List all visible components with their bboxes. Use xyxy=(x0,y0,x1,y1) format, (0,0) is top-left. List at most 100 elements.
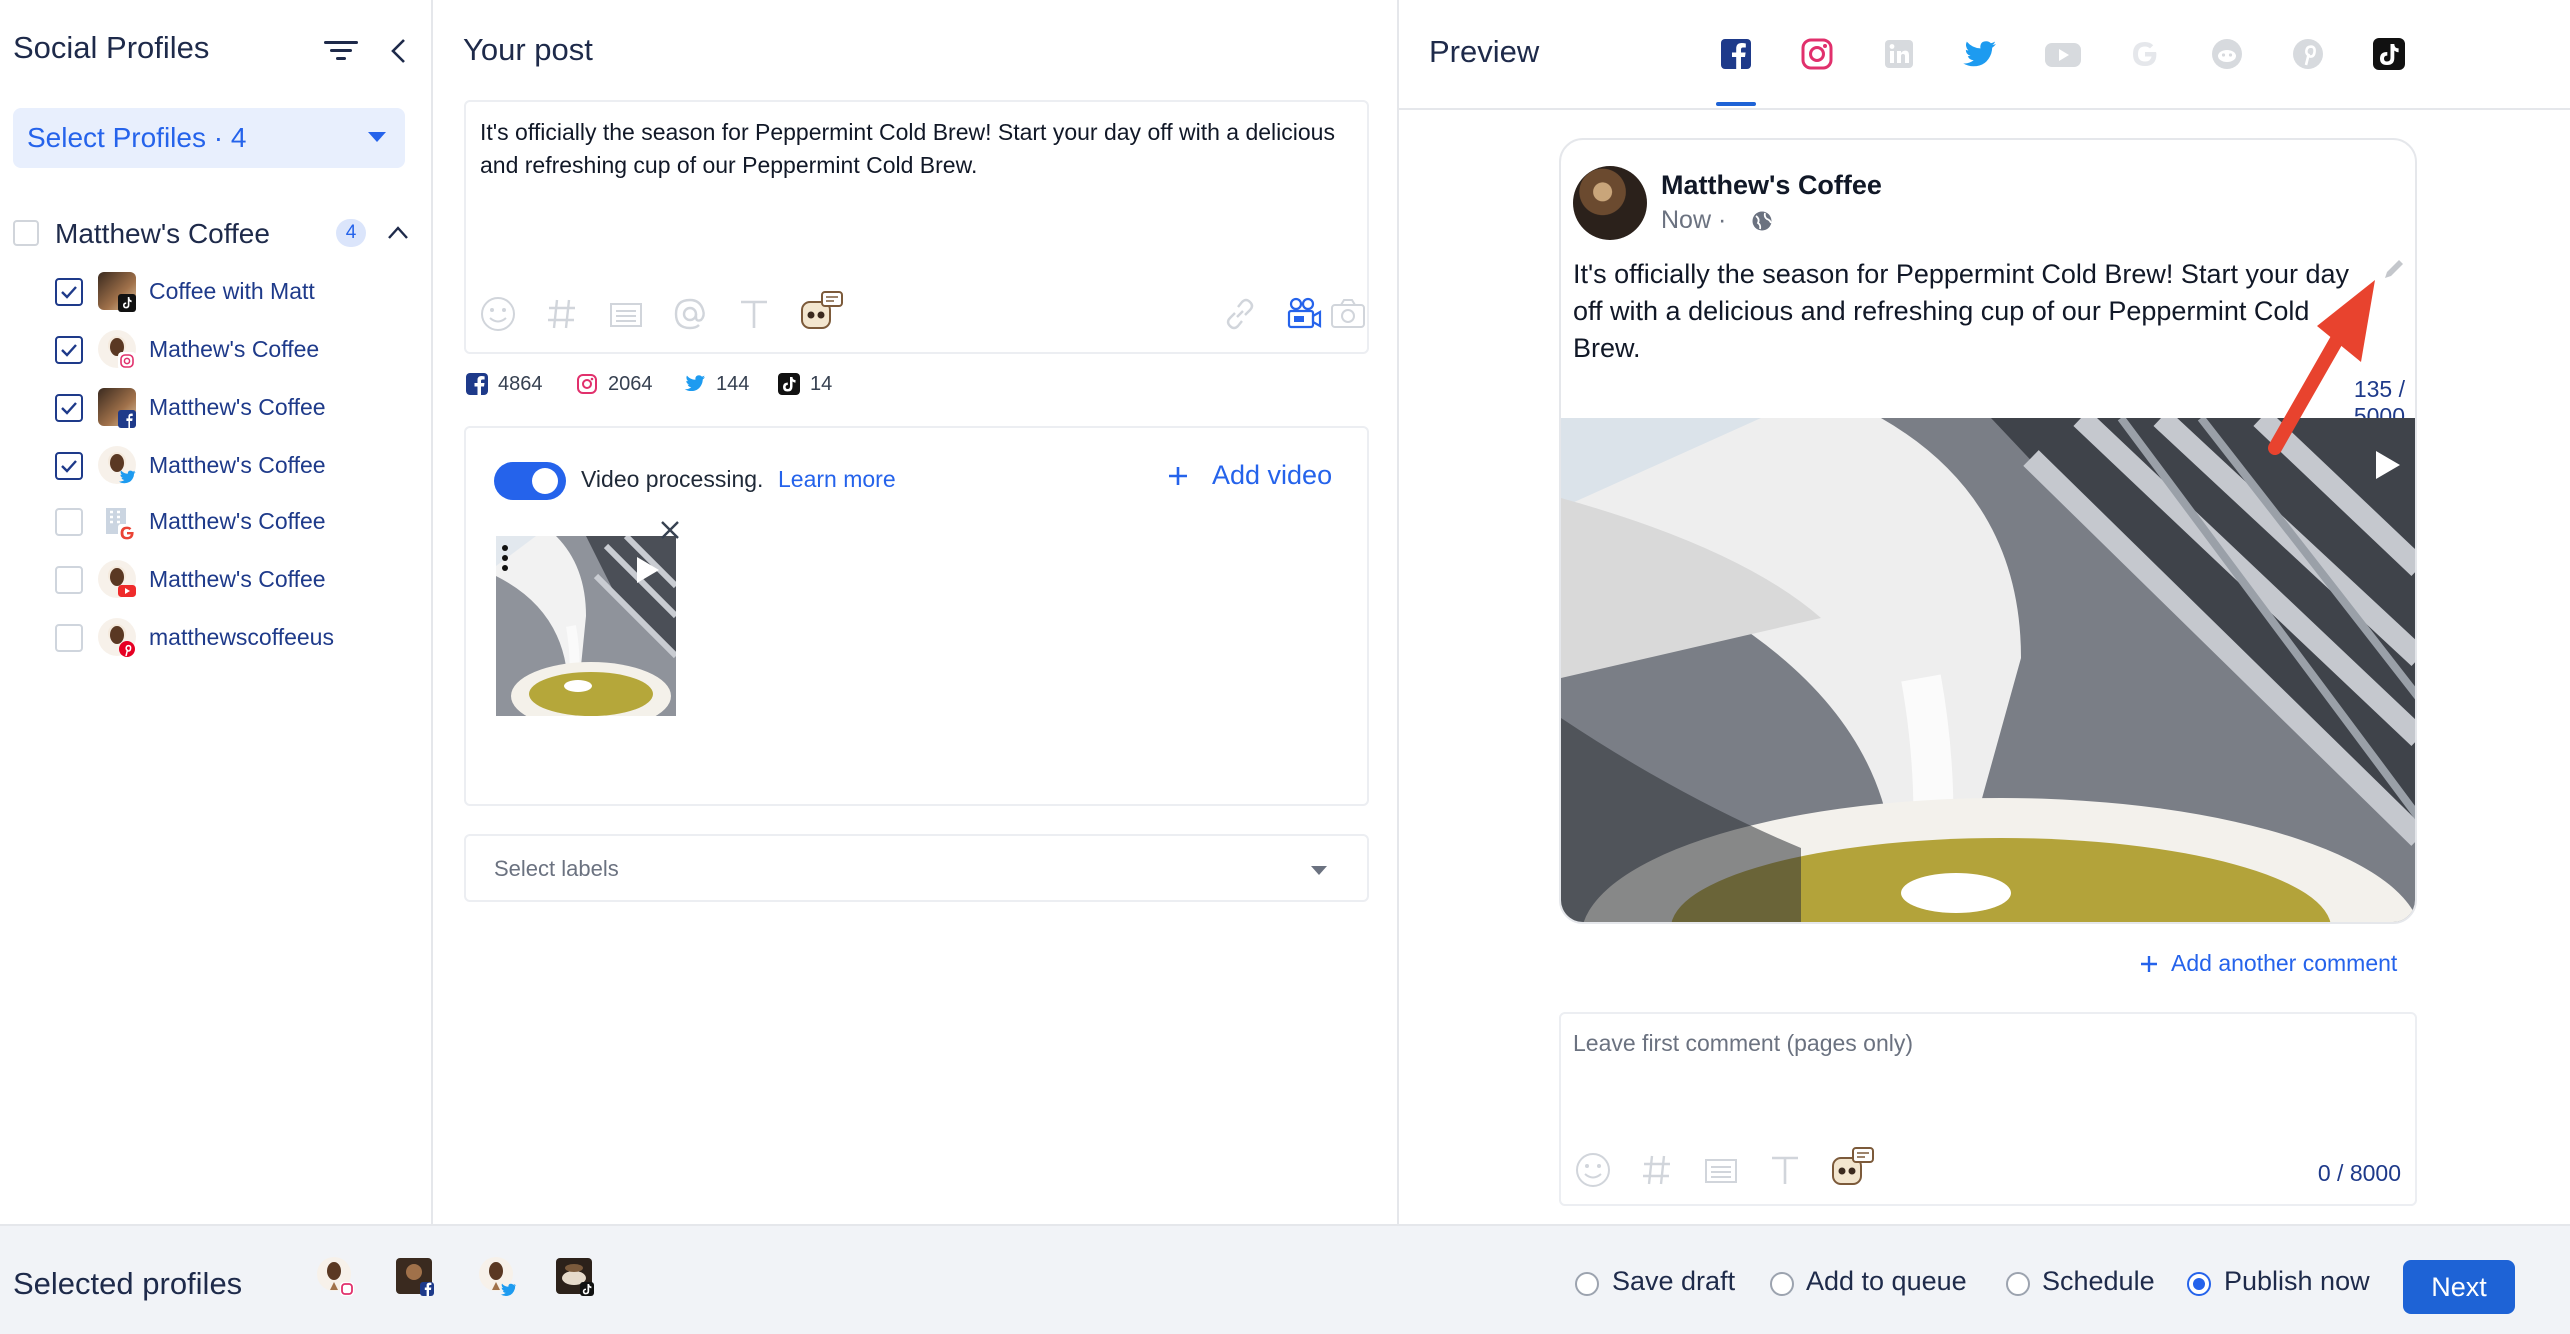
post-editor[interactable]: It's officially the season for Peppermin… xyxy=(464,100,1369,354)
labels-select[interactable]: Select labels xyxy=(464,834,1369,902)
video-thumbnail[interactable] xyxy=(496,536,676,716)
tab-twitter-icon[interactable] xyxy=(1962,36,1998,72)
avatar xyxy=(1573,166,1647,240)
caret-down-icon xyxy=(1311,866,1327,875)
first-comment-field[interactable]: Leave first comment (pages only) 0 / 800… xyxy=(1559,1012,2417,1206)
profile-label: matthewscoffeeus xyxy=(149,624,334,650)
emoji-icon[interactable] xyxy=(478,294,518,334)
profile-label: Mathew's Coffee xyxy=(149,336,320,362)
preview-panel: Preview Matthew's Coffee Now · It's offi… xyxy=(1397,0,2570,1224)
profile-row-facebook[interactable]: Matthew's Coffee xyxy=(0,380,430,436)
profiles-sidebar: Social Profiles Select Profiles · 4 Matt… xyxy=(0,0,433,1224)
video-panel: Video processing. Learn more Add video xyxy=(464,426,1369,806)
text-format-icon[interactable] xyxy=(734,294,774,334)
toggle-knob xyxy=(532,468,558,494)
video-processing-toggle[interactable] xyxy=(494,462,566,500)
text-format-icon[interactable] xyxy=(1765,1150,1805,1190)
twitter-count-value: 144 xyxy=(716,373,750,395)
caret-down-icon xyxy=(368,132,386,142)
hashtag-icon[interactable] xyxy=(1637,1150,1677,1190)
select-profiles-dropdown[interactable]: Select Profiles · 4 xyxy=(13,108,405,168)
tiktok-icon xyxy=(118,294,136,312)
radio-label[interactable]: Save draft xyxy=(1612,1266,1735,1297)
profile-label: Matthew's Coffee xyxy=(149,508,326,534)
radio-label[interactable]: Add to queue xyxy=(1806,1266,1967,1297)
profile-checkbox[interactable] xyxy=(55,278,83,306)
tab-google-icon[interactable] xyxy=(2127,36,2163,72)
group-count-badge: 4 xyxy=(336,219,366,247)
plus-icon[interactable] xyxy=(1166,464,1190,488)
snippet-icon[interactable] xyxy=(606,294,646,334)
selected-profiles-title: Selected profiles xyxy=(13,1266,243,1301)
add-comment-button[interactable]: Add another comment xyxy=(2171,950,2397,977)
footer-bar: Selected profiles Save draft Add to queue… xyxy=(0,1224,2570,1334)
next-button[interactable]: Next xyxy=(2403,1260,2515,1314)
link-icon[interactable] xyxy=(1220,294,1260,334)
post-title: Your post xyxy=(463,32,593,67)
selected-avatar-instagram[interactable] xyxy=(314,1256,356,1298)
camera-icon[interactable] xyxy=(1328,294,1368,334)
comment-char-count: 0 / 8000 xyxy=(2317,1160,2401,1186)
tab-facebook-icon[interactable] xyxy=(1718,36,1754,72)
ai-assistant-icon[interactable] xyxy=(798,290,844,334)
profile-checkbox[interactable] xyxy=(55,336,83,364)
google-icon xyxy=(118,524,136,542)
checkmark-icon xyxy=(61,286,77,299)
snippet-icon[interactable] xyxy=(1701,1150,1741,1190)
chevron-left-icon[interactable] xyxy=(384,34,414,68)
tab-linkedin-icon[interactable] xyxy=(1881,36,1917,72)
tab-instagram-icon[interactable] xyxy=(1799,36,1835,72)
tab-pinterest-icon[interactable] xyxy=(2290,36,2326,72)
profile-checkbox[interactable] xyxy=(55,566,83,594)
tab-youtube-icon[interactable] xyxy=(2043,36,2083,72)
profile-checkbox[interactable] xyxy=(55,452,83,480)
pinterest-icon xyxy=(118,640,136,658)
profile-label: Matthew's Coffee xyxy=(149,566,326,592)
card-post-text: It's officially the season for Peppermin… xyxy=(1573,259,2350,363)
video-processing-label: Video processing. xyxy=(581,466,764,492)
checkmark-icon xyxy=(61,344,77,357)
profile-checkbox[interactable] xyxy=(55,508,83,536)
facebook-icon xyxy=(466,373,488,395)
radio-label[interactable]: Publish now xyxy=(2224,1266,2370,1297)
emoji-icon[interactable] xyxy=(1573,1150,1613,1190)
active-tab-indicator xyxy=(1716,102,1756,106)
tiktok-count-value: 14 xyxy=(810,373,833,395)
mention-icon[interactable] xyxy=(670,294,710,334)
profile-row-pinterest[interactable]: matthewscoffeeus xyxy=(0,610,430,666)
selected-avatar-facebook[interactable] xyxy=(394,1256,436,1298)
radio-label[interactable]: Schedule xyxy=(2042,1266,2155,1297)
profile-row-google[interactable]: Matthew's Coffee xyxy=(0,494,430,550)
card-video[interactable] xyxy=(1561,418,2415,922)
tab-reddit-icon[interactable] xyxy=(2209,36,2245,72)
selected-avatar-twitter[interactable] xyxy=(476,1256,518,1298)
learn-more-link[interactable]: Learn more xyxy=(778,466,896,493)
chevron-up-icon[interactable] xyxy=(384,222,412,244)
profile-row-tiktok[interactable]: Coffee with Matt xyxy=(0,264,430,320)
add-video-button[interactable]: Add video xyxy=(1212,460,1332,491)
instagram-icon xyxy=(577,374,597,394)
video-camera-icon[interactable] xyxy=(1284,294,1324,334)
radio-publish-now[interactable] xyxy=(2187,1272,2211,1296)
sidebar-title: Social Profiles xyxy=(13,30,210,65)
profile-checkbox[interactable] xyxy=(55,624,83,652)
profile-row-instagram[interactable]: Mathew's Coffee xyxy=(0,322,430,378)
radio-save-draft[interactable] xyxy=(1575,1272,1599,1296)
group-checkbox[interactable] xyxy=(13,220,39,246)
filter-icon[interactable] xyxy=(322,36,360,66)
close-icon[interactable] xyxy=(658,518,682,542)
radio-schedule[interactable] xyxy=(2006,1272,2030,1296)
tab-tiktok-icon[interactable] xyxy=(2371,36,2407,72)
ai-assistant-icon[interactable] xyxy=(1829,1146,1875,1190)
play-icon[interactable] xyxy=(634,554,662,586)
profile-row-twitter[interactable]: Matthew's Coffee xyxy=(0,438,430,494)
facebook-icon xyxy=(118,410,136,428)
profile-row-youtube[interactable]: Matthew's Coffee xyxy=(0,552,430,608)
selected-avatar-tiktok[interactable] xyxy=(554,1256,596,1298)
hashtag-icon[interactable] xyxy=(542,294,582,334)
radio-add-to-queue[interactable] xyxy=(1770,1272,1794,1296)
more-vertical-icon[interactable] xyxy=(500,544,510,572)
plus-icon[interactable] xyxy=(2139,954,2159,974)
profile-checkbox[interactable] xyxy=(55,394,83,422)
post-text[interactable]: It's officially the season for Peppermin… xyxy=(480,116,1340,182)
